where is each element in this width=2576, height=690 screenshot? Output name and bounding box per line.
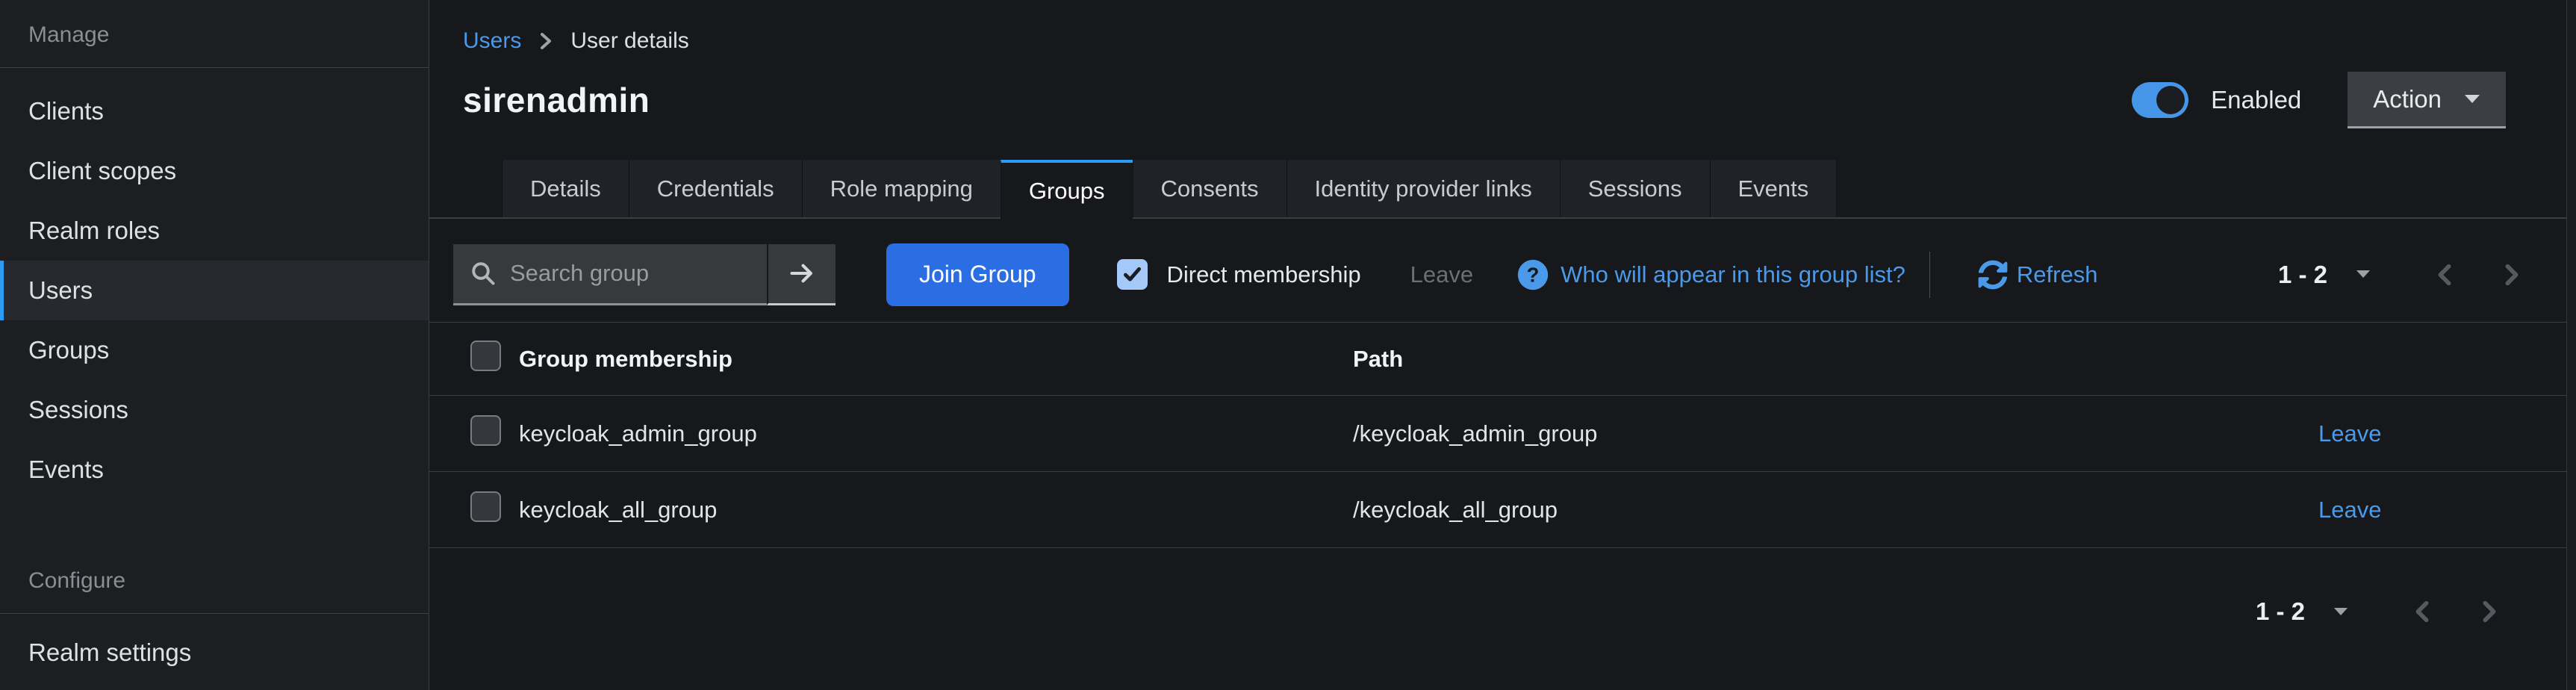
header-controls: Enabled Action [2132,72,2506,128]
sidebar-section-manage: Manage [0,0,429,67]
row-checkbox[interactable] [470,415,501,446]
toolbar-divider [1929,252,1930,298]
pagination-bottom: 1 - 2 [429,597,2566,626]
help-link-label: Who will appear in this group list? [1561,261,1905,288]
table-row: keycloak_all_group /keycloak_all_group L… [429,472,2566,548]
direct-membership-checkbox[interactable] [1117,259,1148,290]
sidebar-section-configure: Configure [0,546,429,613]
breadcrumb-current: User details [570,28,688,54]
group-path-cell: /keycloak_admin_group [1353,396,2318,472]
search-field [453,244,767,305]
row-leave-link[interactable]: Leave [2318,420,2381,447]
table-header-row: Group membership Path [429,323,2566,396]
pagination-range: 1 - 2 [2256,597,2305,626]
sidebar-item-realm-roles[interactable]: Realm roles [0,201,429,261]
row-checkbox[interactable] [470,491,501,522]
action-dropdown-button[interactable]: Action [2348,72,2506,128]
pagination-next-button[interactable] [2480,599,2499,624]
page-title: sirenadmin [463,80,650,120]
column-header-actions [2318,323,2566,396]
sidebar-item-groups[interactable]: Groups [0,320,429,380]
join-group-button[interactable]: Join Group [886,243,1069,306]
group-name-cell: keycloak_all_group [519,472,1353,548]
search-icon [470,260,497,287]
pagination-next-button[interactable] [2502,262,2521,288]
refresh-icon [1978,260,2008,290]
sidebar-item-sessions[interactable]: Sessions [0,380,429,440]
column-header-path: Path [1353,323,2318,396]
pagination-options-caret-icon[interactable] [2333,607,2348,617]
tab-identity-provider-links[interactable]: Identity provider links [1287,160,1560,217]
tab-groups[interactable]: Groups [1001,160,1133,219]
pagination-prev-button[interactable] [2412,599,2432,624]
tab-consents[interactable]: Consents [1133,160,1287,217]
refresh-label: Refresh [2017,261,2098,288]
sidebar-item-clients[interactable]: Clients [0,81,429,141]
group-list-help-link[interactable]: ? Who will appear in this group list? [1516,258,1905,291]
sidebar-manage-list: Clients Client scopes Realm roles Users … [0,68,429,500]
sidebar-configure-list: Realm settings [0,614,429,683]
search-submit-button[interactable] [767,244,836,305]
enabled-label: Enabled [2211,86,2301,114]
pagination-range: 1 - 2 [2278,261,2327,289]
row-leave-link[interactable]: Leave [2318,497,2381,523]
search-input[interactable] [510,260,741,287]
breadcrumb-chevron-icon [538,30,554,52]
action-label: Action [2373,85,2442,114]
enabled-toggle[interactable] [2132,82,2188,118]
sidebar-item-realm-settings[interactable]: Realm settings [0,623,429,683]
leave-button-disabled[interactable]: Leave [1410,261,1473,288]
sidebar-item-events[interactable]: Events [0,440,429,500]
search-group-control [453,244,836,305]
scrollbar[interactable] [2566,0,2576,690]
tab-bar: Details Credentials Role mapping Groups … [429,160,2566,219]
tab-credentials[interactable]: Credentials [629,160,802,217]
check-icon [1121,264,1143,285]
refresh-link[interactable]: Refresh [1978,260,2098,290]
pagination-prev-button[interactable] [2435,262,2454,288]
group-name-cell: keycloak_admin_group [519,396,1353,472]
chevron-down-icon [2464,94,2480,105]
tab-sessions[interactable]: Sessions [1560,160,1710,217]
groups-toolbar: Join Group Direct membership Leave ? Who… [453,243,2521,306]
group-path-cell: /keycloak_all_group [1353,472,2318,548]
sidebar: Manage Clients Client scopes Realm roles… [0,0,429,690]
pagination-top: 1 - 2 [2278,261,2521,289]
breadcrumb: Users User details [429,0,2566,54]
table-row: keycloak_admin_group /keycloak_admin_gro… [429,396,2566,472]
question-circle-icon: ? [1516,258,1549,291]
tab-events[interactable]: Events [1710,160,1838,217]
select-all-checkbox[interactable] [470,341,501,371]
page-header: sirenadmin Enabled Action [429,72,2566,128]
pagination-options-caret-icon[interactable] [2356,270,2371,279]
sidebar-item-users[interactable]: Users [0,261,429,320]
main-content: Users User details sirenadmin Enabled Ac… [429,0,2566,690]
direct-membership-control: Direct membership [1117,259,1361,290]
svg-text:?: ? [1527,263,1540,286]
breadcrumb-users-link[interactable]: Users [463,28,521,54]
tab-details[interactable]: Details [502,160,629,217]
arrow-right-icon [788,259,816,288]
direct-membership-label: Direct membership [1167,261,1361,288]
column-header-group-membership: Group membership [519,323,1353,396]
tab-role-mapping[interactable]: Role mapping [802,160,1001,217]
sidebar-item-client-scopes[interactable]: Client scopes [0,141,429,201]
toggle-knob [2156,86,2185,114]
group-membership-table: Group membership Path keycloak_admin_gro… [429,322,2566,548]
